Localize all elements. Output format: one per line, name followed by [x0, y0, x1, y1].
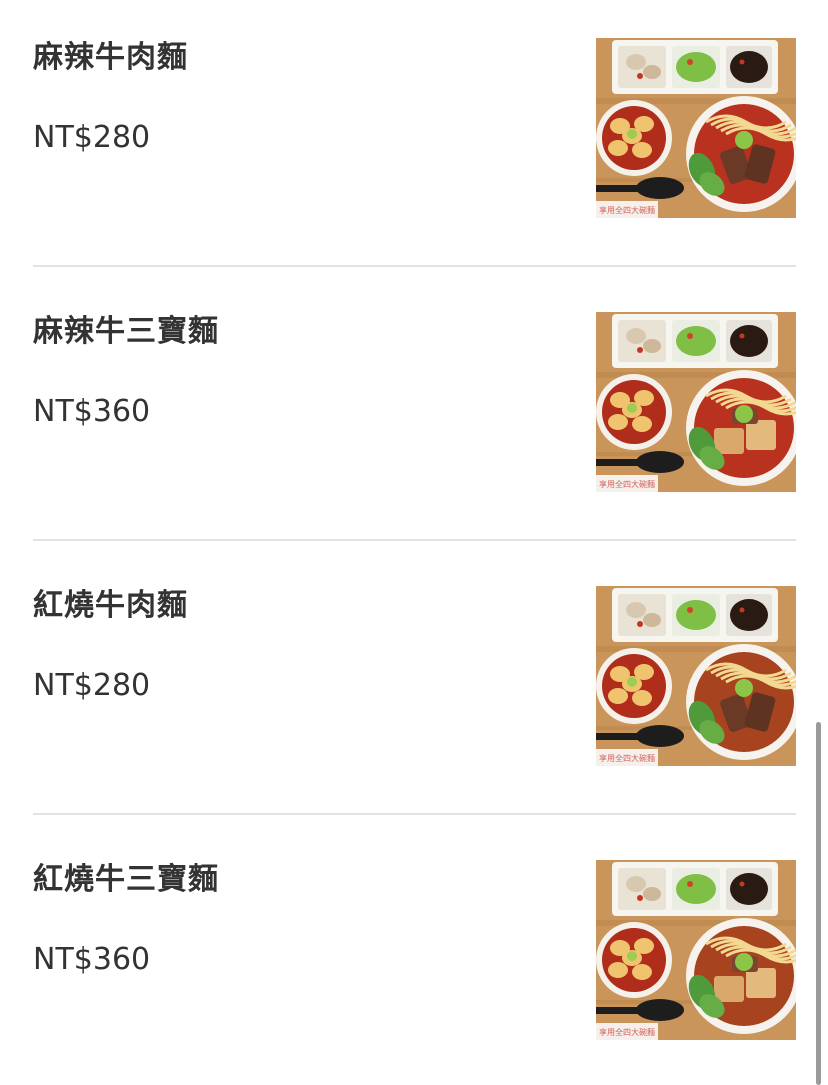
svg-text:享用全四大碗麵: 享用全四大碗麵 [599, 479, 655, 489]
item-price: NT$280 [33, 668, 151, 703]
svg-text:享用全四大碗麵: 享用全四大碗麵 [599, 205, 655, 215]
item-price: NT$280 [33, 120, 151, 155]
item-price: NT$360 [33, 394, 151, 429]
dish-photo: 享用全四大碗麵 [596, 312, 796, 492]
menu-item-braised-beef-noodle[interactable]: 紅燒牛肉麵 NT$280 享用全四大碗麵 [33, 586, 796, 860]
item-name: 麻辣牛肉麵 [33, 40, 188, 75]
noodle-set-illustration: 享用全四大碗麵 [596, 312, 796, 492]
divider [33, 539, 796, 541]
menu-item-spicy-beef-noodle[interactable]: 麻辣牛肉麵 NT$280 享用全四大碗麵 [33, 38, 796, 312]
menu-list: 麻辣牛肉麵 NT$280 享用全四大碗麵 麻辣牛三寶麵 NT$360 享用全四大… [0, 0, 828, 1085]
menu-item-spicy-triple-noodle[interactable]: 麻辣牛三寶麵 NT$360 享用全四大碗麵 [33, 312, 796, 586]
scrollbar[interactable] [816, 722, 821, 1085]
noodle-set-illustration: 享用全四大碗麵 [596, 586, 796, 766]
noodle-set-illustration: 享用全四大碗麵 [596, 860, 796, 1040]
dish-photo: 享用全四大碗麵 [596, 38, 796, 218]
svg-text:享用全四大碗麵: 享用全四大碗麵 [599, 1027, 655, 1037]
divider [33, 813, 796, 815]
svg-text:享用全四大碗麵: 享用全四大碗麵 [599, 753, 655, 763]
divider [33, 265, 796, 267]
dish-photo: 享用全四大碗麵 [596, 860, 796, 1040]
item-name: 紅燒牛肉麵 [33, 588, 188, 623]
menu-item-braised-triple-noodle[interactable]: 紅燒牛三寶麵 NT$360 享用全四大碗麵 [33, 860, 796, 1085]
item-price: NT$360 [33, 942, 151, 977]
item-name: 麻辣牛三寶麵 [33, 314, 219, 349]
noodle-set-illustration: 享用全四大碗麵 [596, 38, 796, 218]
dish-photo: 享用全四大碗麵 [596, 586, 796, 766]
item-name: 紅燒牛三寶麵 [33, 862, 219, 897]
